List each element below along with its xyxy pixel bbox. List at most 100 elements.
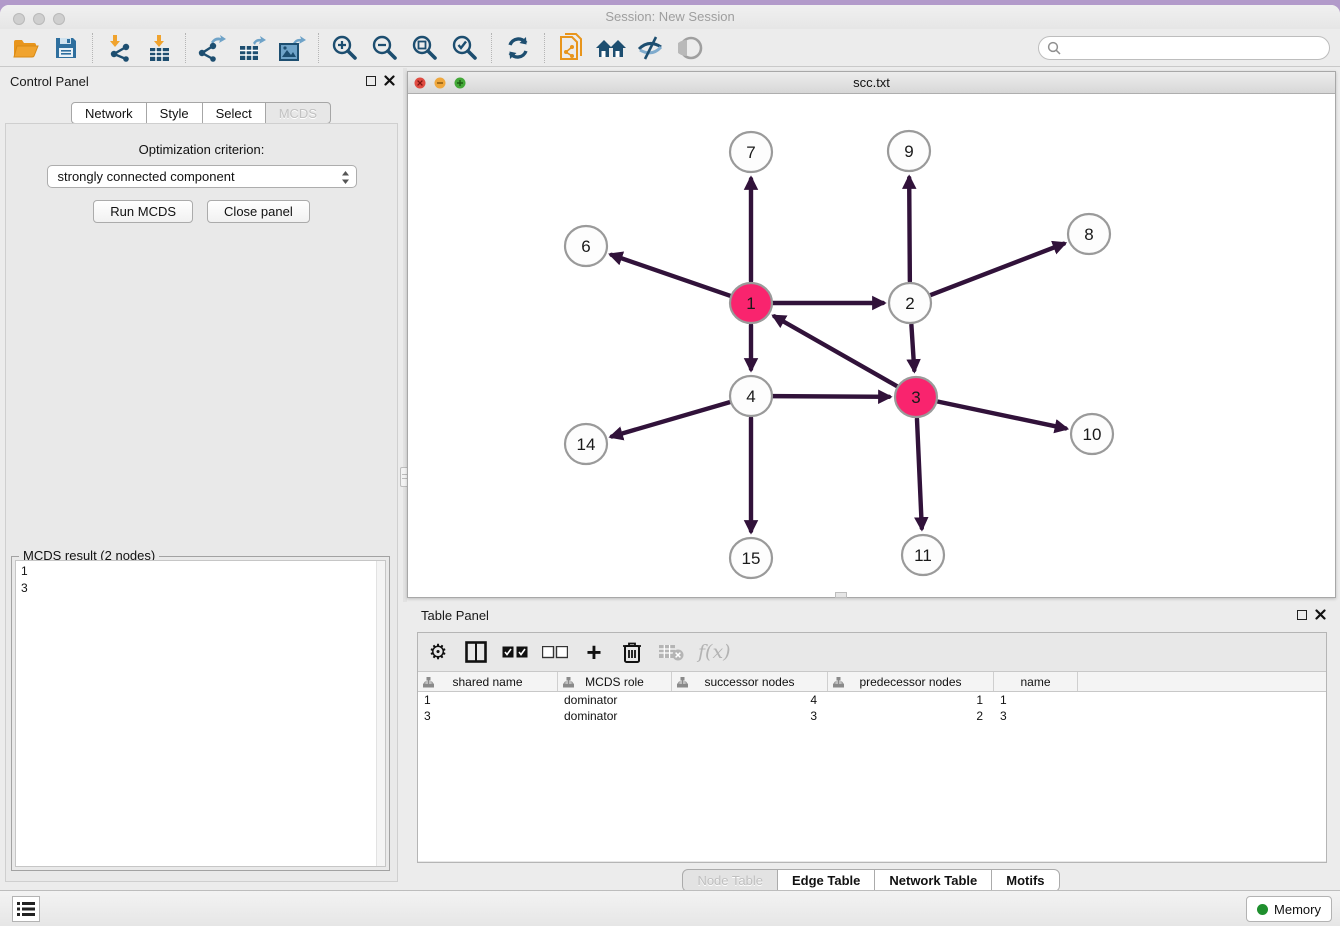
memory-status-icon xyxy=(1257,904,1268,915)
graph-node-label-9: 9 xyxy=(904,142,913,161)
zoom-selected-icon[interactable] xyxy=(445,32,485,64)
tab-network-table[interactable]: Network Table xyxy=(874,869,992,892)
column-header-shared-name[interactable]: shared name xyxy=(418,672,558,691)
cell-predecessor-nodes[interactable]: 2 xyxy=(828,708,994,724)
column-header-name[interactable]: name xyxy=(994,672,1078,691)
task-history-button[interactable] xyxy=(12,896,40,922)
graph-edge-1-6[interactable] xyxy=(612,255,731,296)
table-row[interactable]: 1 dominator 4 1 1 xyxy=(418,692,1326,708)
graph-edge-4-14[interactable] xyxy=(612,402,730,436)
column-header-predecessor-nodes[interactable]: predecessor nodes xyxy=(828,672,994,691)
cell-predecessor-nodes[interactable]: 1 xyxy=(828,692,994,708)
delete-columns-icon[interactable] xyxy=(620,639,644,665)
horizontal-splitter-grip[interactable] xyxy=(835,592,847,598)
tab-edge-table[interactable]: Edge Table xyxy=(777,869,875,892)
toolbar-separator xyxy=(185,33,186,63)
cell-shared-name[interactable]: 3 xyxy=(418,708,558,724)
column-model-icon xyxy=(563,677,574,688)
cyndex-home-icon[interactable] xyxy=(591,32,631,64)
column-label: shared name xyxy=(452,675,522,689)
net-minimize-icon[interactable] xyxy=(434,77,446,89)
optimization-criterion-select[interactable]: strongly connected component xyxy=(47,165,357,188)
export-network-icon[interactable] xyxy=(192,32,232,64)
settings-gear-icon[interactable] xyxy=(426,639,450,665)
open-file-icon[interactable] xyxy=(6,32,46,64)
titlebar: Session: New Session xyxy=(0,5,1340,29)
graph-node-label-4: 4 xyxy=(746,387,755,406)
cell-successor-nodes[interactable]: 4 xyxy=(672,692,828,708)
toggle-panes-icon[interactable] xyxy=(464,639,488,665)
tab-mcds[interactable]: MCDS xyxy=(265,102,331,124)
close-table-panel-icon[interactable] xyxy=(1315,609,1326,620)
app-window: Session: New Session xyxy=(0,5,1340,926)
net-zoom-icon[interactable] xyxy=(454,77,466,89)
tab-node-table[interactable]: Node Table xyxy=(682,869,778,892)
memory-label: Memory xyxy=(1274,902,1321,917)
graph-edge-2-3[interactable] xyxy=(911,325,914,370)
memory-button[interactable]: Memory xyxy=(1246,896,1332,922)
cell-shared-name[interactable]: 1 xyxy=(418,692,558,708)
table-panel-header: Table Panel xyxy=(403,602,1340,628)
result-scrollbar[interactable] xyxy=(376,561,385,866)
cell-successor-nodes[interactable]: 3 xyxy=(672,708,828,724)
run-mcds-button[interactable]: Run MCDS xyxy=(93,200,193,223)
tab-style[interactable]: Style xyxy=(146,102,203,124)
tab-motifs[interactable]: Motifs xyxy=(991,869,1059,892)
import-network-icon[interactable] xyxy=(99,32,139,64)
cell-mcds-role[interactable]: dominator xyxy=(558,708,672,724)
tab-select[interactable]: Select xyxy=(202,102,266,124)
column-label: successor nodes xyxy=(704,675,794,689)
bird-view-icon xyxy=(671,32,711,64)
hide-panels-eye-icon[interactable] xyxy=(631,32,671,64)
toolbar-separator xyxy=(318,33,319,63)
cell-mcds-role[interactable]: dominator xyxy=(558,692,672,708)
control-panel-title: Control Panel xyxy=(10,74,89,89)
toolbar-separator xyxy=(491,33,492,63)
right-area: scc.txt 1234678910111415 Table Panel xyxy=(407,68,1340,890)
mcds-tab-panel: Optimization criterion: strongly connect… xyxy=(5,123,398,882)
table-toolbar: f(x) xyxy=(418,633,1326,671)
graph-node-label-8: 8 xyxy=(1084,225,1093,244)
float-panel-icon[interactable] xyxy=(366,76,376,86)
add-column-icon[interactable] xyxy=(582,639,606,665)
table-row[interactable]: 3 dominator 3 2 3 xyxy=(418,708,1326,724)
graph-node-label-6: 6 xyxy=(581,237,590,256)
clone-network-icon[interactable] xyxy=(551,32,591,64)
graph-edge-2-8[interactable] xyxy=(931,244,1064,295)
column-header-successor-nodes[interactable]: successor nodes xyxy=(672,672,828,691)
search-input[interactable] xyxy=(1062,38,1329,58)
cell-name[interactable]: 3 xyxy=(994,708,1078,724)
export-table-icon[interactable] xyxy=(232,32,272,64)
float-table-panel-icon[interactable] xyxy=(1297,610,1307,620)
zoom-in-icon[interactable] xyxy=(325,32,365,64)
control-panel: Control Panel Network Style Select MCDS … xyxy=(0,68,403,890)
zoom-fit-icon[interactable] xyxy=(405,32,445,64)
deselect-all-icon[interactable] xyxy=(542,639,568,665)
close-panel-icon[interactable] xyxy=(384,75,395,86)
refresh-icon[interactable] xyxy=(498,32,538,64)
main-area: Control Panel Network Style Select MCDS … xyxy=(0,68,1340,890)
graph-edge-3-1[interactable] xyxy=(774,316,896,386)
graph-edge-2-9[interactable] xyxy=(909,178,910,281)
column-label: predecessor nodes xyxy=(859,675,961,689)
cell-name[interactable]: 1 xyxy=(994,692,1078,708)
graph-edge-3-10[interactable] xyxy=(938,402,1066,429)
graph-node-label-3: 3 xyxy=(911,388,920,407)
tab-network[interactable]: Network xyxy=(71,102,147,124)
graph-edge-3-11[interactable] xyxy=(917,419,922,528)
save-session-icon[interactable] xyxy=(46,32,86,64)
import-table-icon[interactable] xyxy=(139,32,179,64)
close-panel-button[interactable]: Close panel xyxy=(207,200,310,223)
graph-node-label-14: 14 xyxy=(577,435,596,454)
zoom-out-icon[interactable] xyxy=(365,32,405,64)
select-all-icon[interactable] xyxy=(502,639,528,665)
mcds-result-text[interactable]: 1 3 xyxy=(15,560,386,867)
export-image-icon[interactable] xyxy=(272,32,312,64)
net-close-icon[interactable] xyxy=(414,77,426,89)
search-box[interactable] xyxy=(1038,36,1330,60)
table-tabs: Node Table Edge Table Network Table Moti… xyxy=(403,869,1340,892)
network-canvas[interactable]: 1234678910111415 xyxy=(408,94,1335,597)
app-title: Session: New Session xyxy=(0,9,1340,24)
graph-edge-4-3[interactable] xyxy=(773,396,889,397)
column-header-mcds-role[interactable]: MCDS role xyxy=(558,672,672,691)
